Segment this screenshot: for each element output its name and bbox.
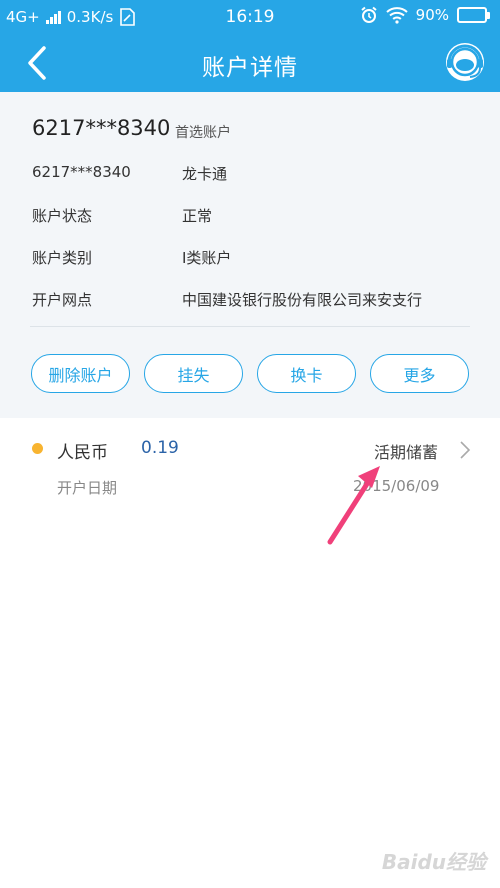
account-category-label: 账户类别: [32, 249, 93, 267]
status-right: 90%: [360, 6, 490, 24]
currency-dot: [32, 443, 43, 454]
app-header: 4G+ 0.3K/s 16:19 90% 账户详情: [0, 0, 500, 92]
nav-bar: 账户详情: [0, 34, 500, 92]
page-title: 账户详情: [202, 55, 298, 81]
report-loss-button[interactable]: 挂失: [144, 354, 243, 393]
battery-icon: [457, 7, 490, 23]
balance-amount: 0.19: [141, 438, 179, 458]
customer-service-icon[interactable]: [444, 41, 486, 83]
opening-branch-label: 开户网点: [32, 291, 93, 309]
open-date-label: 开户日期: [57, 479, 118, 497]
wifi-icon: [385, 7, 408, 24]
currency-label: 人民币: [57, 443, 108, 463]
account-status-label: 账户状态: [32, 207, 93, 225]
delete-account-button[interactable]: 删除账户: [31, 354, 130, 393]
deposit-type: 活期储蓄: [374, 443, 439, 462]
replace-card-button[interactable]: 换卡: [257, 354, 356, 393]
more-button[interactable]: 更多: [370, 354, 469, 393]
battery-percent: 90%: [415, 6, 449, 24]
divider: [30, 326, 470, 327]
opening-branch-value: 中国建设银行股份有限公司来安支行: [182, 291, 423, 309]
account-category-value: I类账户: [182, 249, 232, 267]
alarm-icon: [361, 6, 377, 23]
annotation-arrow-icon: [327, 466, 380, 545]
account-status-value: 正常: [182, 207, 213, 225]
card-number-label: 6217***8340: [32, 163, 131, 181]
card-type-value: 龙卡通: [182, 165, 228, 183]
watermark: Baidu经验: [381, 850, 486, 874]
preferred-account-badge: 首选账户: [175, 125, 231, 141]
status-bar: 4G+ 0.3K/s 16:19 90%: [0, 0, 500, 34]
account-number: 6217***8340: [32, 116, 171, 140]
chevron-right-icon[interactable]: [459, 440, 471, 460]
